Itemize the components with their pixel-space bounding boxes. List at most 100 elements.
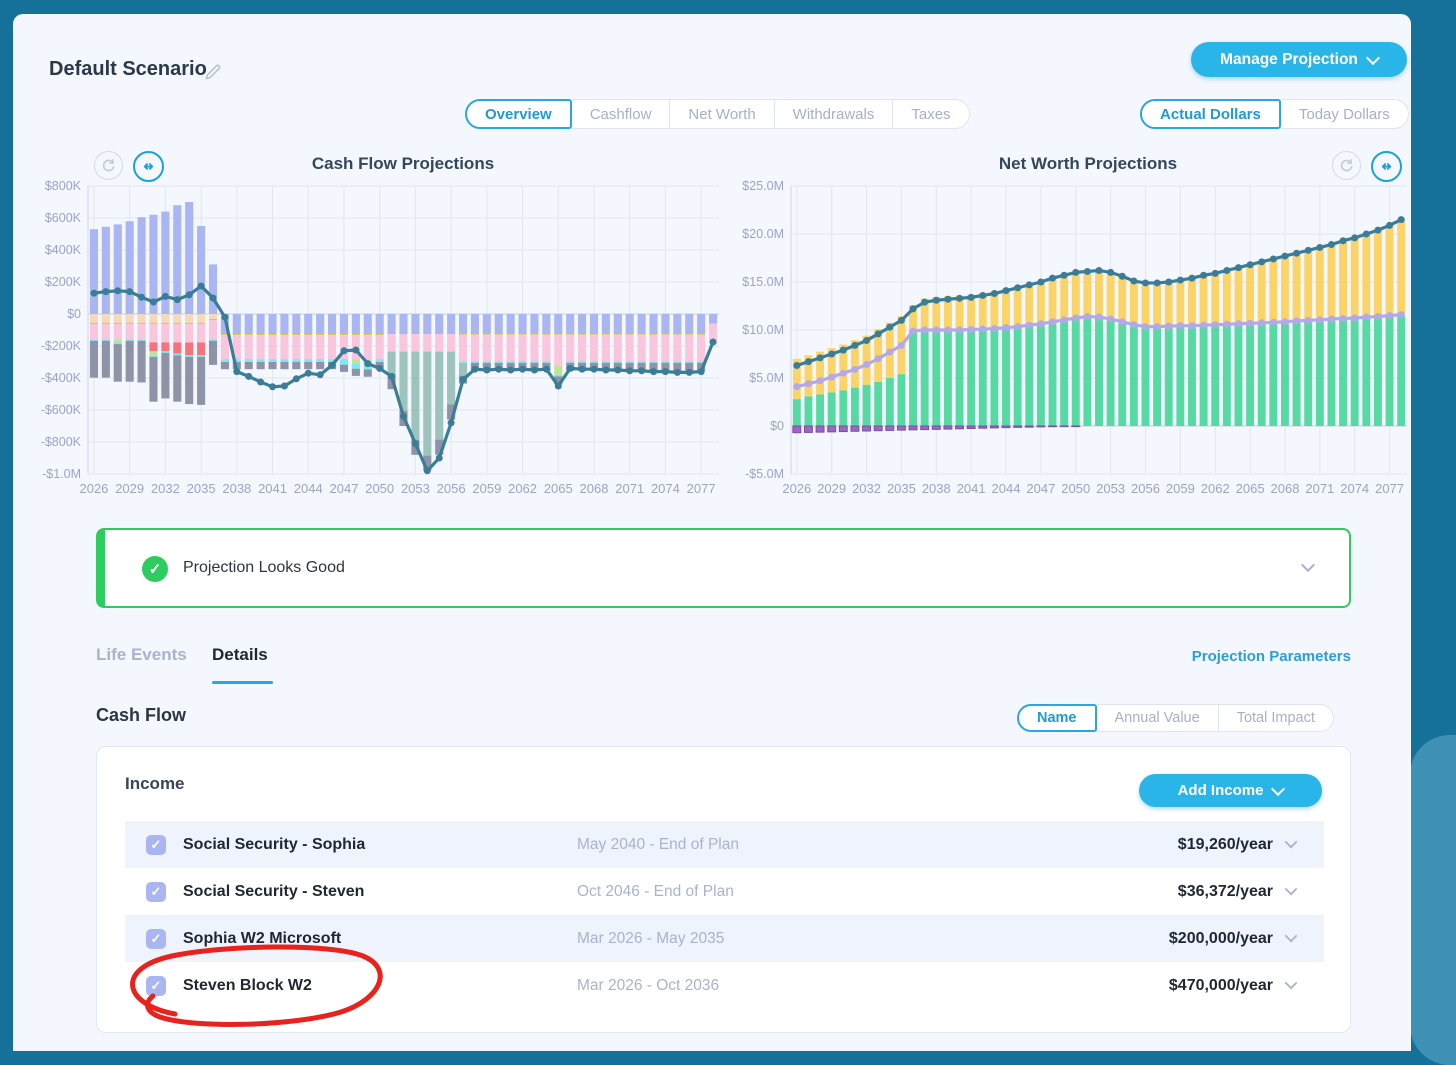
svg-text:2038: 2038 [222, 481, 251, 496]
row-checkbox[interactable]: ✓ [146, 975, 166, 996]
tab-overview[interactable]: Overview [465, 99, 572, 129]
edit-pencil-icon[interactable] [203, 62, 223, 82]
toggle-name[interactable]: Name [1017, 704, 1097, 732]
svg-text:$5.0M: $5.0M [749, 371, 784, 385]
svg-text:$10.0M: $10.0M [742, 323, 784, 337]
svg-text:2074: 2074 [1340, 481, 1369, 496]
row-checkbox[interactable]: ✓ [146, 928, 166, 949]
background-decoration [1410, 735, 1456, 1065]
svg-text:2032: 2032 [852, 481, 881, 496]
row-checkbox[interactable]: ✓ [146, 834, 166, 855]
app-window: Default Scenario Manage Projection Overv… [0, 0, 1456, 1065]
svg-text:-$800K: -$800K [41, 435, 82, 449]
svg-text:2059: 2059 [1166, 481, 1195, 496]
networth-chart[interactable]: $25.0M $20.0M $15.0M $10.0M $5.0M $0 -$5.0M 202… [733, 178, 1413, 500]
svg-text:-$5.0M: -$5.0M [745, 467, 784, 481]
chevron-down-icon [1365, 50, 1380, 65]
chevron-down-icon[interactable] [1300, 557, 1316, 573]
svg-text:2077: 2077 [687, 481, 716, 496]
svg-text:2056: 2056 [1131, 481, 1160, 496]
tab-net-worth[interactable]: Net Worth [670, 99, 775, 129]
tab-withdrawals[interactable]: Withdrawals [774, 99, 894, 129]
income-card: Income Add Income ✓ Social Security - Sop… [96, 746, 1351, 1033]
manage-projection-button[interactable]: Manage Projection [1191, 42, 1407, 77]
svg-text:2077: 2077 [1375, 481, 1404, 496]
svg-text:$400K: $400K [45, 243, 82, 257]
svg-text:2041: 2041 [258, 481, 287, 496]
tab-cashflow[interactable]: Cashflow [571, 99, 671, 129]
svg-text:$800K: $800K [45, 179, 82, 193]
svg-text:-$400K: -$400K [41, 371, 82, 385]
svg-text:$200K: $200K [45, 275, 82, 289]
svg-text:2035: 2035 [887, 481, 916, 496]
income-row-value: $19,260/year [1177, 835, 1273, 853]
income-section-label: Income [125, 774, 185, 793]
chevron-down-icon[interactable] [1284, 976, 1298, 990]
svg-text:$600K: $600K [45, 211, 82, 225]
banner-text: Projection Looks Good [183, 559, 345, 576]
svg-text:2044: 2044 [992, 481, 1021, 496]
chevron-down-icon[interactable] [1284, 929, 1298, 943]
svg-text:$20.0M: $20.0M [742, 227, 784, 241]
tab-details[interactable]: Details [212, 645, 268, 665]
tab-life-events[interactable]: Life Events [96, 645, 187, 665]
svg-text:2059: 2059 [472, 481, 501, 496]
projection-status-banner[interactable]: ✓ Projection Looks Good [96, 528, 1351, 608]
svg-text:2053: 2053 [1096, 481, 1125, 496]
chevron-down-icon[interactable] [1284, 882, 1298, 896]
chevron-down-icon[interactable] [1284, 835, 1298, 849]
svg-text:-$200K: -$200K [41, 339, 82, 353]
dollar-toggle: Actual Dollars Today Dollars [1140, 99, 1409, 129]
toggle-actual-dollars[interactable]: Actual Dollars [1140, 99, 1281, 129]
svg-text:2071: 2071 [615, 481, 644, 496]
svg-text:-$600K: -$600K [41, 403, 82, 417]
income-row[interactable]: ✓ Sophia W2 Microsoft Mar 2026 - May 2035 $… [125, 915, 1324, 962]
svg-text:2026: 2026 [782, 481, 811, 496]
networth-chart-title: Net Worth Projections [998, 154, 1178, 173]
toggle-today-dollars[interactable]: Today Dollars [1280, 99, 1409, 129]
scenario-card: Default Scenario Manage Projection Overv… [13, 14, 1411, 1051]
svg-text:2038: 2038 [922, 481, 951, 496]
income-row-value: $200,000/year [1168, 929, 1273, 947]
toggle-annual-value[interactable]: Annual Value [1096, 704, 1219, 732]
cashflow-chart-title: Cash Flow Projections [311, 154, 495, 173]
svg-text:2035: 2035 [187, 481, 216, 496]
cashflow-section-heading: Cash Flow [96, 705, 187, 725]
income-row-name: Social Security - Steven [183, 882, 365, 900]
chevron-down-icon [1271, 781, 1286, 796]
svg-text:2050: 2050 [365, 481, 394, 496]
svg-text:$0: $0 [67, 307, 81, 321]
income-row-value: $36,372/year [1177, 882, 1273, 900]
svg-text:2068: 2068 [1271, 481, 1300, 496]
income-row-period: May 2040 - End of Plan [577, 835, 739, 853]
income-row-period: Mar 2026 - Oct 2036 [577, 976, 720, 994]
svg-text:2071: 2071 [1305, 481, 1334, 496]
income-row[interactable]: ✓ Steven Block W2 Mar 2026 - Oct 2036 $470,… [125, 962, 1324, 1009]
svg-text:2047: 2047 [330, 481, 359, 496]
svg-text:2053: 2053 [401, 481, 430, 496]
income-row[interactable]: ✓ Social Security - Sophia May 2040 - End … [125, 821, 1324, 868]
income-row-name: Social Security - Sophia [183, 835, 366, 853]
svg-text:2065: 2065 [544, 481, 573, 496]
svg-text:2062: 2062 [508, 481, 537, 496]
svg-text:2068: 2068 [580, 481, 609, 496]
svg-text:2029: 2029 [115, 481, 144, 496]
svg-text:$15.0M: $15.0M [742, 275, 784, 289]
income-list: ✓ Social Security - Sophia May 2040 - End … [125, 821, 1324, 1009]
income-row-period: Oct 2046 - End of Plan [577, 882, 734, 900]
income-row-period: Mar 2026 - May 2035 [577, 929, 725, 947]
view-tab-bar: Overview Cashflow Net Worth Withdrawals … [465, 99, 970, 129]
svg-text:2044: 2044 [294, 481, 323, 496]
add-income-button[interactable]: Add Income [1139, 774, 1322, 807]
cashflow-chart[interactable]: $800K $600K $400K $200K $0 -$200K -$400K -$600K… [30, 178, 725, 500]
toggle-total-impact[interactable]: Total Impact [1218, 704, 1334, 732]
svg-text:$0: $0 [770, 419, 784, 433]
svg-text:2074: 2074 [651, 481, 680, 496]
income-row[interactable]: ✓ Social Security - Steven Oct 2046 - End … [125, 868, 1324, 915]
row-checkbox[interactable]: ✓ [146, 881, 166, 902]
tab-taxes[interactable]: Taxes [893, 99, 970, 129]
svg-text:2026: 2026 [79, 481, 108, 496]
projection-parameters-link[interactable]: Projection Parameters [1150, 648, 1351, 665]
svg-text:2056: 2056 [437, 481, 466, 496]
income-row-name: Sophia W2 Microsoft [183, 929, 342, 947]
